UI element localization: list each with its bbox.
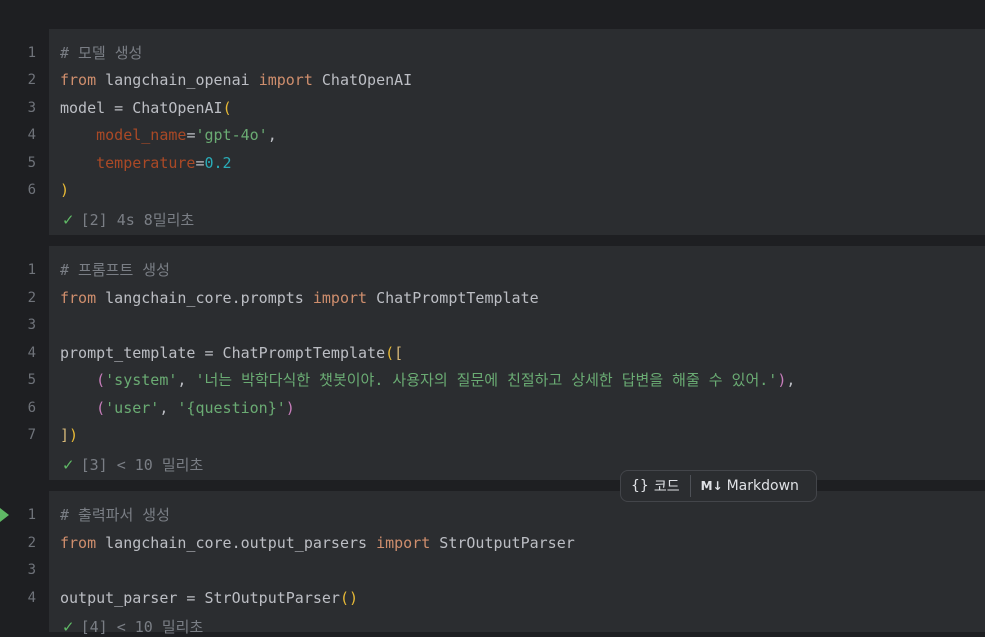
line-number: 3 [27, 100, 36, 116]
line-number: 1 [27, 507, 36, 523]
add-markdown-cell-button[interactable]: M↓ Markdown [691, 471, 809, 501]
line-number: 5 [27, 372, 36, 388]
line-number: 2 [27, 72, 36, 88]
code-line[interactable]: # 프롬프트 생성 [60, 260, 170, 280]
execution-status-text: [2] 4s 8밀리초 [80, 211, 195, 229]
code-line[interactable]: temperature=0.2 [60, 153, 231, 173]
execution-status-text: [3] < 10 밀리초 [80, 456, 204, 474]
execution-status: ✓ [4] < 10 밀리초 [62, 617, 203, 637]
markdown-icon: M↓ [700, 479, 723, 493]
add-code-cell-button[interactable]: {} 코드 [621, 471, 690, 501]
check-icon: ✓ [62, 211, 75, 229]
code-line[interactable]: from langchain_core.prompts import ChatP… [60, 288, 539, 308]
code-line[interactable]: output_parser = StrOutputParser() [60, 588, 358, 608]
code-line[interactable]: from langchain_core.output_parsers impor… [60, 533, 575, 553]
add-cell-popup: {} 코드 M↓ Markdown [620, 470, 817, 502]
top-bar [0, 0, 985, 28]
execution-status: ✓ [3] < 10 밀리초 [62, 455, 203, 475]
code-line[interactable]: ) [60, 180, 69, 200]
line-number: 5 [27, 155, 36, 171]
code-line[interactable]: model = ChatOpenAI( [60, 98, 232, 118]
line-number: 2 [27, 535, 36, 551]
execution-status: ✓ [2] 4s 8밀리초 [62, 210, 194, 230]
line-number: 7 [27, 427, 36, 443]
add-code-label: 코드 [653, 479, 680, 495]
code-line[interactable]: prompt_template = ChatPromptTemplate([ [60, 343, 403, 363]
line-number: 2 [27, 290, 36, 306]
code-line[interactable]: ('system', '너는 박학다식한 챗봇이야. 사용자의 질문에 친절하고… [60, 370, 795, 390]
code-cell-2[interactable] [49, 246, 985, 480]
add-markdown-label: Markdown [726, 478, 799, 494]
braces-icon: {} [631, 478, 649, 494]
code-line[interactable]: model_name='gpt-4o', [60, 125, 277, 145]
line-number: 1 [27, 262, 36, 278]
code-cell-3[interactable] [49, 491, 985, 632]
line-number: 3 [27, 317, 36, 333]
line-number: 4 [27, 590, 36, 606]
line-number: 4 [27, 127, 36, 143]
code-line[interactable]: ]) [60, 425, 78, 445]
line-number: 6 [27, 182, 36, 198]
line-number: 3 [27, 562, 36, 578]
check-icon: ✓ [62, 456, 75, 474]
code-line[interactable]: # 모델 생성 [60, 43, 142, 63]
line-number: 6 [27, 400, 36, 416]
line-number: 4 [27, 345, 36, 361]
execution-status-text: [4] < 10 밀리초 [80, 618, 204, 636]
line-number: 1 [27, 45, 36, 61]
code-line[interactable]: from langchain_openai import ChatOpenAI [60, 70, 412, 90]
check-icon: ✓ [62, 618, 75, 636]
code-line[interactable]: # 출력파서 생성 [60, 505, 170, 525]
code-line[interactable]: ('user', '{question}') [60, 398, 295, 418]
